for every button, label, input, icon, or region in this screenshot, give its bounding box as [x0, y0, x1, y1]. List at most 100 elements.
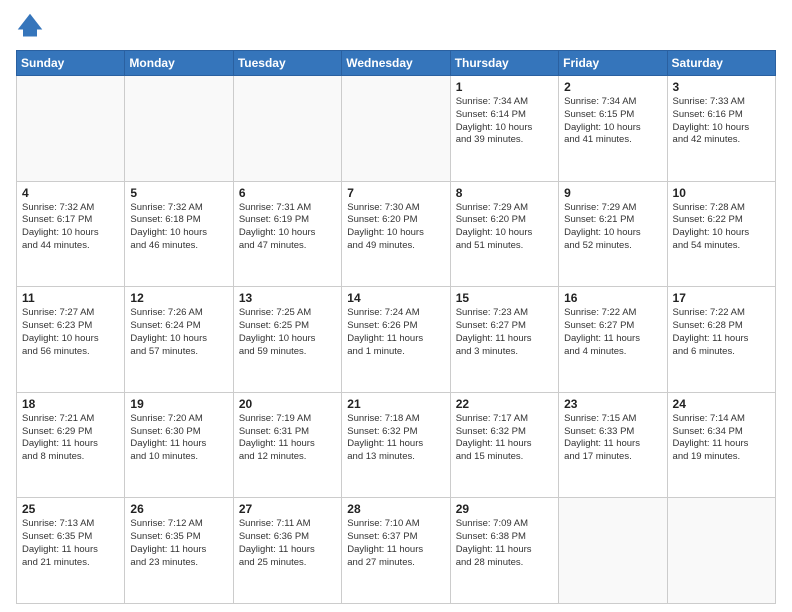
day-info: Sunrise: 7:19 AM Sunset: 6:31 PM Dayligh…: [239, 413, 336, 464]
calendar-week-row: 25 Sunrise: 7:13 AM Sunset: 6:35 PM Dayli…: [17, 498, 776, 604]
calendar-cell: 25 Sunrise: 7:13 AM Sunset: 6:35 PM Dayli…: [17, 498, 125, 604]
day-number: 1: [456, 80, 553, 94]
day-number: 4: [22, 186, 119, 200]
calendar-cell: 28 Sunrise: 7:10 AM Sunset: 6:37 PM Dayli…: [342, 498, 450, 604]
day-info: Sunrise: 7:13 AM Sunset: 6:35 PM Dayligh…: [22, 518, 119, 569]
day-info: Sunrise: 7:14 AM Sunset: 6:34 PM Dayligh…: [673, 413, 770, 464]
day-number: 14: [347, 291, 444, 305]
day-number: 26: [130, 502, 227, 516]
day-number: 19: [130, 397, 227, 411]
day-info: Sunrise: 7:22 AM Sunset: 6:27 PM Dayligh…: [564, 307, 661, 358]
calendar-cell: 17 Sunrise: 7:22 AM Sunset: 6:28 PM Dayli…: [667, 287, 775, 393]
calendar-cell: 26 Sunrise: 7:12 AM Sunset: 6:35 PM Dayli…: [125, 498, 233, 604]
day-info: Sunrise: 7:34 AM Sunset: 6:15 PM Dayligh…: [564, 96, 661, 147]
day-info: Sunrise: 7:20 AM Sunset: 6:30 PM Dayligh…: [130, 413, 227, 464]
calendar-cell: 29 Sunrise: 7:09 AM Sunset: 6:38 PM Dayli…: [450, 498, 558, 604]
day-info: Sunrise: 7:11 AM Sunset: 6:36 PM Dayligh…: [239, 518, 336, 569]
day-number: 21: [347, 397, 444, 411]
calendar-cell: 7 Sunrise: 7:30 AM Sunset: 6:20 PM Daylig…: [342, 181, 450, 287]
calendar-week-row: 11Sunrise: 7:27 AM Sunset: 6:23 PM Dayli…: [17, 287, 776, 393]
calendar-cell: [667, 498, 775, 604]
day-number: 17: [673, 291, 770, 305]
day-number: 23: [564, 397, 661, 411]
calendar-cell: 2Sunrise: 7:34 AM Sunset: 6:15 PM Daylig…: [559, 76, 667, 182]
day-info: Sunrise: 7:12 AM Sunset: 6:35 PM Dayligh…: [130, 518, 227, 569]
day-number: 15: [456, 291, 553, 305]
calendar-cell: 24 Sunrise: 7:14 AM Sunset: 6:34 PM Dayli…: [667, 392, 775, 498]
calendar-cell: 20Sunrise: 7:19 AM Sunset: 6:31 PM Dayli…: [233, 392, 341, 498]
col-header-wednesday: Wednesday: [342, 51, 450, 76]
calendar-cell: 6 Sunrise: 7:31 AM Sunset: 6:19 PM Daylig…: [233, 181, 341, 287]
calendar-cell: [342, 76, 450, 182]
day-info: Sunrise: 7:30 AM Sunset: 6:20 PM Dayligh…: [347, 202, 444, 253]
day-number: 10: [673, 186, 770, 200]
page: SundayMondayTuesdayWednesdayThursdayFrid…: [0, 0, 792, 612]
day-number: 5: [130, 186, 227, 200]
day-info: Sunrise: 7:09 AM Sunset: 6:38 PM Dayligh…: [456, 518, 553, 569]
logo: [16, 12, 48, 40]
day-info: Sunrise: 7:34 AM Sunset: 6:14 PM Dayligh…: [456, 96, 553, 147]
day-info: Sunrise: 7:28 AM Sunset: 6:22 PM Dayligh…: [673, 202, 770, 253]
calendar-cell: 12 Sunrise: 7:26 AM Sunset: 6:24 PM Dayli…: [125, 287, 233, 393]
calendar-cell: 9 Sunrise: 7:29 AM Sunset: 6:21 PM Daylig…: [559, 181, 667, 287]
day-number: 9: [564, 186, 661, 200]
logo-icon: [16, 12, 44, 40]
day-info: Sunrise: 7:21 AM Sunset: 6:29 PM Dayligh…: [22, 413, 119, 464]
calendar-cell: 16 Sunrise: 7:22 AM Sunset: 6:27 PM Dayli…: [559, 287, 667, 393]
calendar-cell: 21 Sunrise: 7:18 AM Sunset: 6:32 PM Dayli…: [342, 392, 450, 498]
day-info: Sunrise: 7:23 AM Sunset: 6:27 PM Dayligh…: [456, 307, 553, 358]
day-number: 22: [456, 397, 553, 411]
calendar-cell: 22 Sunrise: 7:17 AM Sunset: 6:32 PM Dayli…: [450, 392, 558, 498]
day-number: 29: [456, 502, 553, 516]
calendar-cell: [233, 76, 341, 182]
calendar-week-row: 18Sunrise: 7:21 AM Sunset: 6:29 PM Dayli…: [17, 392, 776, 498]
day-info: Sunrise: 7:32 AM Sunset: 6:17 PM Dayligh…: [22, 202, 119, 253]
day-info: Sunrise: 7:26 AM Sunset: 6:24 PM Dayligh…: [130, 307, 227, 358]
day-info: Sunrise: 7:24 AM Sunset: 6:26 PM Dayligh…: [347, 307, 444, 358]
calendar-cell: [559, 498, 667, 604]
calendar-cell: [17, 76, 125, 182]
day-info: Sunrise: 7:22 AM Sunset: 6:28 PM Dayligh…: [673, 307, 770, 358]
calendar-cell: 5Sunrise: 7:32 AM Sunset: 6:18 PM Daylig…: [125, 181, 233, 287]
day-number: 28: [347, 502, 444, 516]
col-header-saturday: Saturday: [667, 51, 775, 76]
col-header-friday: Friday: [559, 51, 667, 76]
day-number: 7: [347, 186, 444, 200]
calendar-cell: 18Sunrise: 7:21 AM Sunset: 6:29 PM Dayli…: [17, 392, 125, 498]
day-info: Sunrise: 7:33 AM Sunset: 6:16 PM Dayligh…: [673, 96, 770, 147]
day-number: 27: [239, 502, 336, 516]
day-number: 13: [239, 291, 336, 305]
day-info: Sunrise: 7:29 AM Sunset: 6:21 PM Dayligh…: [564, 202, 661, 253]
col-header-sunday: Sunday: [17, 51, 125, 76]
day-info: Sunrise: 7:27 AM Sunset: 6:23 PM Dayligh…: [22, 307, 119, 358]
calendar-header-row: SundayMondayTuesdayWednesdayThursdayFrid…: [17, 51, 776, 76]
day-info: Sunrise: 7:10 AM Sunset: 6:37 PM Dayligh…: [347, 518, 444, 569]
day-info: Sunrise: 7:17 AM Sunset: 6:32 PM Dayligh…: [456, 413, 553, 464]
day-info: Sunrise: 7:25 AM Sunset: 6:25 PM Dayligh…: [239, 307, 336, 358]
day-number: 25: [22, 502, 119, 516]
day-number: 24: [673, 397, 770, 411]
calendar-week-row: 4 Sunrise: 7:32 AM Sunset: 6:17 PM Daylig…: [17, 181, 776, 287]
calendar-cell: 8 Sunrise: 7:29 AM Sunset: 6:20 PM Daylig…: [450, 181, 558, 287]
calendar-cell: 27 Sunrise: 7:11 AM Sunset: 6:36 PM Dayli…: [233, 498, 341, 604]
day-info: Sunrise: 7:31 AM Sunset: 6:19 PM Dayligh…: [239, 202, 336, 253]
col-header-monday: Monday: [125, 51, 233, 76]
calendar-table: SundayMondayTuesdayWednesdayThursdayFrid…: [16, 50, 776, 604]
calendar-cell: [125, 76, 233, 182]
calendar-cell: 4 Sunrise: 7:32 AM Sunset: 6:17 PM Daylig…: [17, 181, 125, 287]
day-number: 6: [239, 186, 336, 200]
day-number: 16: [564, 291, 661, 305]
day-number: 12: [130, 291, 227, 305]
calendar-cell: 1 Sunrise: 7:34 AM Sunset: 6:14 PM Daylig…: [450, 76, 558, 182]
calendar-cell: 23 Sunrise: 7:15 AM Sunset: 6:33 PM Dayli…: [559, 392, 667, 498]
col-header-thursday: Thursday: [450, 51, 558, 76]
calendar-cell: 11Sunrise: 7:27 AM Sunset: 6:23 PM Dayli…: [17, 287, 125, 393]
day-info: Sunrise: 7:15 AM Sunset: 6:33 PM Dayligh…: [564, 413, 661, 464]
col-header-tuesday: Tuesday: [233, 51, 341, 76]
calendar-cell: 19 Sunrise: 7:20 AM Sunset: 6:30 PM Dayli…: [125, 392, 233, 498]
calendar-cell: 15 Sunrise: 7:23 AM Sunset: 6:27 PM Dayli…: [450, 287, 558, 393]
calendar-cell: 10 Sunrise: 7:28 AM Sunset: 6:22 PM Dayli…: [667, 181, 775, 287]
day-info: Sunrise: 7:29 AM Sunset: 6:20 PM Dayligh…: [456, 202, 553, 253]
day-info: Sunrise: 7:18 AM Sunset: 6:32 PM Dayligh…: [347, 413, 444, 464]
day-number: 8: [456, 186, 553, 200]
